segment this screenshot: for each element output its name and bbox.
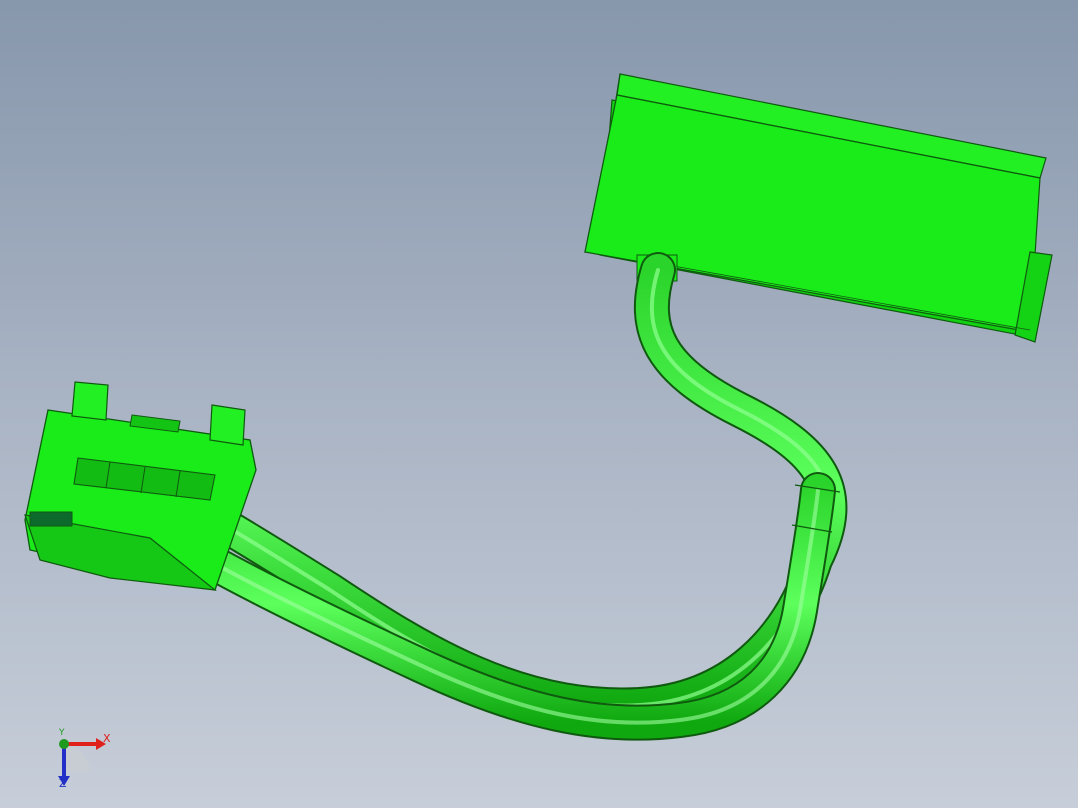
triad-axes-icon bbox=[58, 738, 106, 786]
3d-model-view[interactable] bbox=[0, 0, 1078, 808]
x-axis-label: X bbox=[103, 732, 111, 745]
y-axis-label: Y bbox=[59, 728, 65, 738]
z-axis-label: Z bbox=[59, 777, 67, 790]
coordinate-triad: X Y Z bbox=[40, 728, 130, 798]
graphics-viewport[interactable]: X Y Z bbox=[0, 0, 1078, 808]
connector-housing[interactable] bbox=[24, 381, 257, 591]
